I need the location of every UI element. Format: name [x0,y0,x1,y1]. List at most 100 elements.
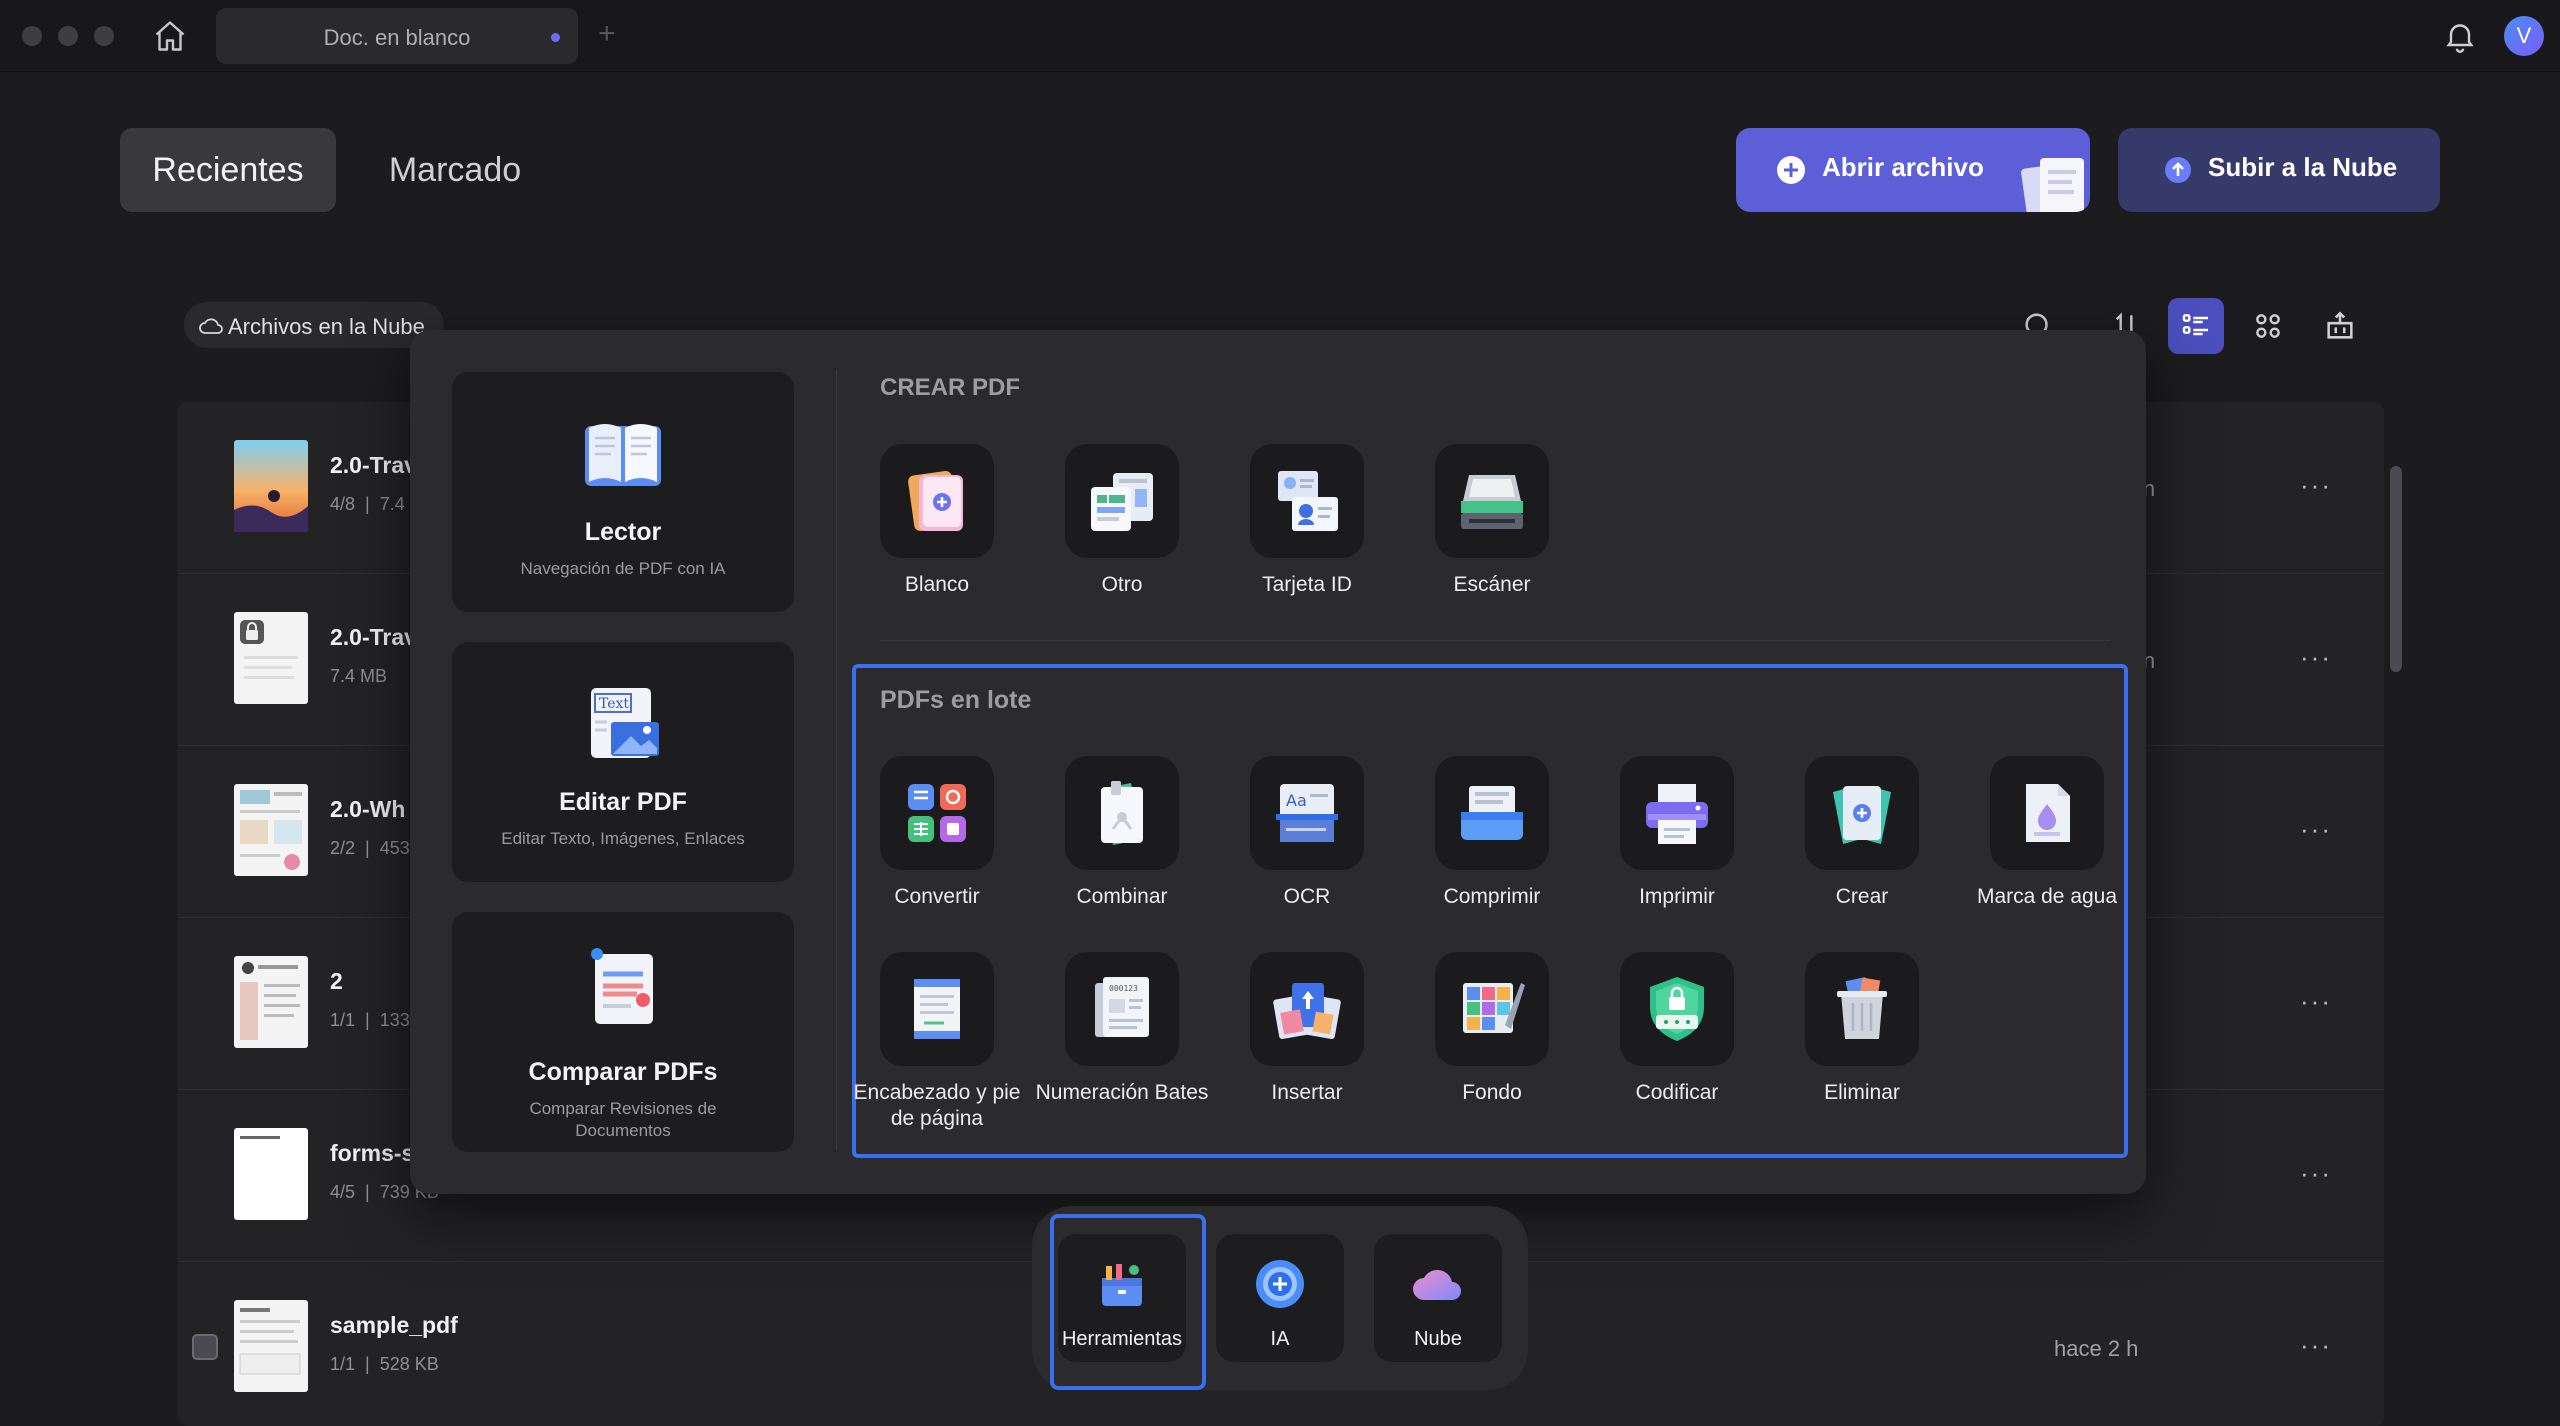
file-more-button[interactable]: ··· [2300,1330,2332,1361]
file-name: 2.0-Wh [330,796,406,822]
create-pdf-icon [1833,786,1891,844]
reader-title: Lector [584,518,662,546]
open-file-label: Abrir archivo [1822,152,1984,182]
batch-header-footer-tool[interactable]: Encabezado y pie de página [849,952,1025,1132]
file-meta: 2/2 | 453 [330,838,410,858]
create-other-label: Otro [1101,573,1143,596]
file-more-button[interactable]: ··· [2300,470,2332,501]
batch-select-button[interactable] [2312,298,2368,354]
create-id-card-tool[interactable]: Tarjeta ID [1219,444,1395,598]
watermark-icon [2026,784,2070,842]
tab-recientes[interactable]: Recientes [120,128,336,212]
documents-decoration-icon [2021,158,2084,212]
batch-background-tool[interactable]: Fondo [1404,952,1580,1106]
printer-icon [1646,784,1708,844]
ai-assistant-icon [1256,1260,1304,1308]
document-preview-image [240,1136,280,1139]
blank-page-icon [908,470,963,532]
create-pdf-title: CREAR PDF [880,374,1021,401]
dock-cloud-label: Nube [1414,1328,1462,1350]
file-more-button[interactable]: ··· [2300,642,2332,673]
file-meta: 1/1 | 528 KB [330,1354,439,1374]
file-name: sample_pdf [330,1312,458,1338]
batch-combine-tool[interactable]: Combinar [1034,756,1210,910]
vertical-divider [836,370,837,1150]
cloud-files-label: Archivos en la Nube [228,314,425,339]
file-name: 2.0-Trav [330,452,417,478]
window-minimize-button[interactable] [58,26,78,46]
scrollbar[interactable] [2390,466,2402,672]
svg-text:Aa: Aa [1286,791,1307,810]
create-scanner-tool[interactable]: Escáner [1404,444,1580,598]
open-file-button[interactable]: Abrir archivo [1736,128,2090,212]
batch-watermark-tool[interactable]: Marca de agua [1959,756,2135,910]
batch-create-label: Crear [1835,885,1889,908]
batch-bates-tool[interactable]: 000123 Numeración Bates [1034,952,1210,1106]
batch-compress-tool[interactable]: Comprimir [1404,756,1580,910]
book-icon [585,424,661,486]
create-blank-tool[interactable]: Blanco [849,444,1025,598]
scanner-icon [1461,475,1523,529]
batch-print-tool[interactable]: Imprimir [1589,756,1765,910]
dock-cloud-button[interactable]: Nube [1374,1234,1502,1362]
create-scanner-label: Escáner [1453,573,1531,596]
window-close-button[interactable] [22,26,42,46]
document-tab[interactable]: Doc. en blanco [216,8,578,64]
new-tab-button[interactable]: + [598,14,616,54]
document-preview-image [240,962,300,1040]
upload-cloud-label: Subir a la Nube [2208,152,2398,182]
edit-pdf-card[interactable]: Text Editar PDF Editar Texto, Imágenes, … [452,642,794,882]
basket-icon [2327,311,2353,339]
edit-pdf-title: Editar PDF [559,788,687,816]
insert-pages-icon [1273,983,1341,1039]
plus-circle-icon [1777,156,1805,184]
batch-print-label: Imprimir [1639,885,1715,908]
grid-view-icon [2256,314,2280,338]
file-checkbox[interactable] [192,1334,218,1360]
compare-pdf-card[interactable]: Comparar PDFs Comparar Revisiones de Doc… [452,912,794,1152]
dock-selection-highlight [1050,1214,1206,1390]
batch-insert-tool[interactable]: Insertar [1219,952,1395,1106]
batch-compress-label: Comprimir [1443,885,1541,908]
batch-ocr-label: OCR [1283,885,1331,908]
notifications-button[interactable] [2442,18,2478,54]
tab-marcado[interactable]: Marcado [362,128,548,212]
shield-lock-icon [1650,977,1704,1041]
travel-cover-image [234,490,308,532]
file-more-button[interactable]: ··· [2300,986,2332,1017]
file-thumbnail [234,440,308,532]
home-button[interactable] [150,16,190,56]
file-more-button[interactable]: ··· [2300,1158,2332,1189]
document-preview-image [240,790,302,870]
document-preview-image [239,1308,301,1375]
edit-text-icon: Text [591,688,659,758]
create-other-tool[interactable]: Otro [1034,444,1210,598]
tools-popup: Lector Navegación de PDF con IA Text Edi… [410,330,2146,1194]
window-zoom-button[interactable] [94,26,114,46]
dock-ai-button[interactable]: IA [1216,1234,1344,1362]
user-avatar[interactable]: V [2504,16,2544,56]
reader-subtitle: Navegación de PDF con IA [520,559,726,578]
create-id-card-label: Tarjeta ID [1262,573,1352,596]
create-blank-label: Blanco [904,573,970,596]
cloud-files-filter[interactable]: Archivos en la Nube [184,302,444,348]
batch-delete-tool[interactable]: Eliminar [1774,952,1950,1106]
edit-pdf-subtitle: Editar Texto, Imágenes, Enlaces [501,829,745,848]
reader-card[interactable]: Lector Navegación de PDF con IA [452,372,794,612]
upload-icon [2165,157,2191,183]
compare-icon [591,948,653,1024]
grid-view-button[interactable] [2240,298,2296,354]
combine-icon [1101,781,1143,845]
file-more-button[interactable]: ··· [2300,814,2332,845]
batch-encrypt-tool[interactable]: Codificar [1589,952,1765,1106]
batch-watermark-label: Marca de agua [1976,885,2118,908]
batch-convert-tool[interactable]: Convertir [849,756,1025,910]
bates-numbering-icon: 000123 [1095,977,1149,1037]
batch-ocr-tool[interactable]: Aa OCR [1219,756,1395,910]
batch-pdfs-title: PDFs en lote [880,686,1032,714]
batch-header-footer-label: Encabezado y pie de página [853,1081,1021,1130]
list-view-button[interactable] [2168,298,2224,354]
batch-create-tool[interactable]: Crear [1774,756,1950,910]
batch-bates-label: Numeración Bates [1035,1081,1209,1104]
upload-cloud-button[interactable]: Subir a la Nube [2118,128,2440,212]
